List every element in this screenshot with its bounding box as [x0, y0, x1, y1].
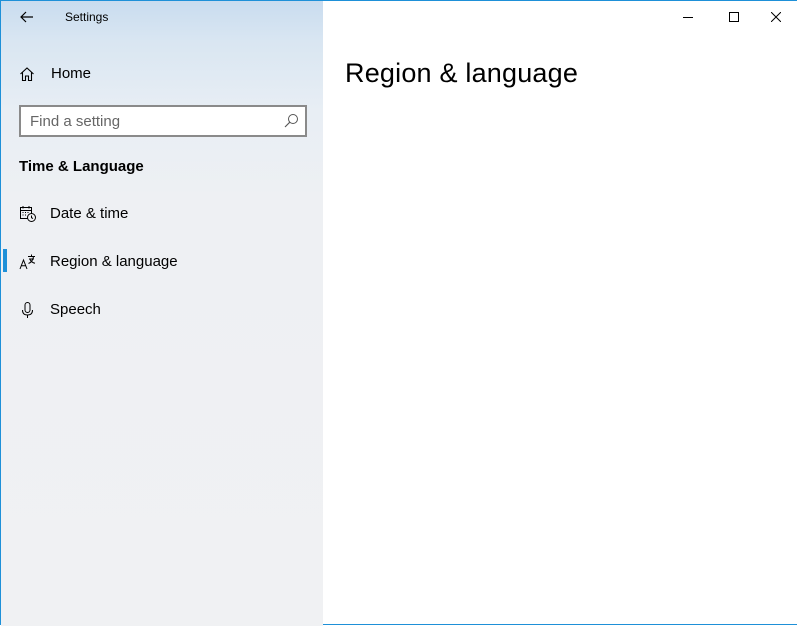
sidebar: Settings Home Time & Language [1, 1, 323, 626]
sidebar-item-label: Date & time [50, 205, 129, 222]
search-icon[interactable] [283, 113, 299, 129]
maximize-icon [729, 12, 739, 22]
sidebar-item-region-language[interactable]: Region & language [1, 242, 323, 282]
maximize-button[interactable] [711, 1, 757, 33]
close-button[interactable] [753, 1, 798, 33]
minimize-icon [683, 12, 693, 22]
close-icon [771, 12, 781, 22]
sidebar-item-label: Region & language [50, 253, 178, 270]
calendar-clock-icon [19, 205, 37, 223]
settings-window: Settings Home Time & Language [0, 0, 798, 626]
selection-indicator [3, 249, 7, 272]
search-input[interactable] [30, 112, 270, 130]
nav-home-label: Home [51, 65, 92, 82]
section-heading: Time & Language [19, 158, 144, 175]
title-bar: Settings [1, 1, 323, 33]
back-arrow-icon [20, 11, 34, 23]
sidebar-item-speech[interactable]: Speech [1, 290, 323, 330]
sidebar-item-date-time[interactable]: Date & time [1, 194, 323, 234]
language-icon [19, 253, 37, 271]
back-button[interactable] [11, 5, 43, 29]
sidebar-item-label: Speech [50, 301, 101, 318]
app-title: Settings [65, 10, 109, 24]
nav-home[interactable]: Home [1, 57, 323, 91]
page-title: Region & language [345, 58, 579, 88]
home-icon [19, 66, 37, 82]
minimize-button[interactable] [665, 1, 711, 33]
search-box [19, 105, 307, 137]
microphone-icon [19, 301, 37, 319]
